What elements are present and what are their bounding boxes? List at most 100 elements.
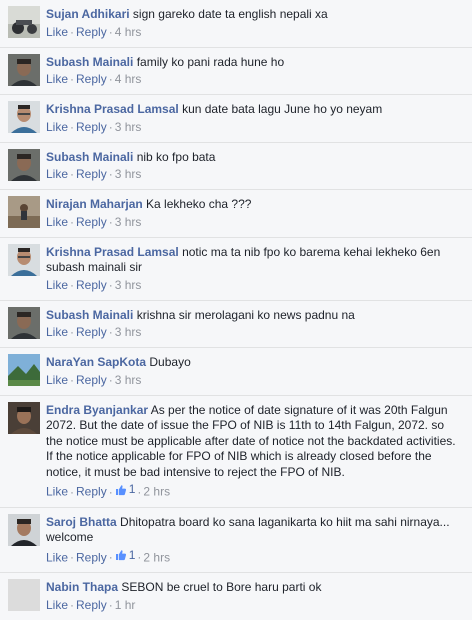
separator: ·: [70, 325, 75, 339]
comment-actions: Like · Reply · 4 hrs: [46, 25, 462, 47]
comment-author[interactable]: Subash Mainali: [46, 55, 133, 69]
reply-button[interactable]: Reply: [76, 25, 107, 39]
thumbs-up-icon: [115, 550, 126, 561]
comment-text: nib ko fpo bata: [136, 149, 216, 164]
comment-author[interactable]: Subash Mainali: [46, 150, 133, 164]
avatar-subash[interactable]: [8, 53, 40, 86]
reply-button[interactable]: Reply: [76, 215, 107, 229]
comment: Krishna Prasad Lamsal kun date bata lagu…: [0, 94, 472, 142]
like-button[interactable]: Like: [46, 485, 68, 499]
comment-body: Saroj Bhatta Dhitopatra board ko sana la…: [46, 514, 462, 546]
avatar-nirajan[interactable]: [8, 196, 40, 228]
comment-body: Krishna Prasad Lamsal notic ma ta nib fp…: [46, 244, 462, 276]
separator: ·: [108, 167, 113, 181]
comment-actions: Like · Reply · 3 hrs: [46, 373, 462, 395]
separator: ·: [70, 119, 75, 134]
separator: ·: [70, 24, 75, 39]
separator: ·: [70, 597, 75, 612]
comment-text: krishna sir merolagani ko news padnu na: [136, 307, 355, 322]
comment-timestamp[interactable]: 3 hrs: [115, 278, 142, 292]
comment-body: Krishna Prasad Lamsal kun date bata lagu…: [46, 101, 462, 118]
reply-button[interactable]: Reply: [76, 325, 107, 339]
avatar-subash[interactable]: [8, 148, 40, 181]
reply-button[interactable]: Reply: [76, 72, 107, 86]
separator: ·: [108, 550, 113, 564]
like-button[interactable]: Like: [46, 25, 68, 39]
like-button[interactable]: Like: [46, 278, 68, 292]
comment-author[interactable]: NaraYan SapKota: [46, 355, 146, 369]
like-button[interactable]: Like: [46, 325, 68, 339]
like-button[interactable]: Like: [46, 167, 68, 181]
comment-timestamp[interactable]: 3 hrs: [115, 325, 142, 339]
comment-timestamp[interactable]: 1 hr: [115, 598, 136, 612]
reply-button[interactable]: Reply: [76, 550, 107, 564]
like-count[interactable]: 1: [115, 548, 135, 563]
comment: Endra Byanjankar As per the notice of da…: [0, 394, 472, 507]
comment-author[interactable]: Nabin Thapa: [46, 580, 118, 594]
comment-timestamp[interactable]: 3 hrs: [115, 120, 142, 134]
avatar-sujan[interactable]: [8, 6, 40, 38]
comment-body: Subash Mainali family ko pani rada hune …: [46, 54, 462, 71]
separator: ·: [108, 214, 113, 229]
like-button[interactable]: Like: [46, 550, 68, 564]
comment: Subash Mainali family ko pani rada hune …: [0, 46, 472, 95]
separator: ·: [70, 372, 75, 387]
comment-timestamp[interactable]: 4 hrs: [115, 72, 142, 86]
comment-text: Ka lekheko cha ???: [146, 197, 252, 211]
comment-actions: Like · Reply · 3 hrs: [46, 120, 462, 142]
avatar-saroj[interactable]: [8, 513, 40, 546]
reply-button[interactable]: Reply: [76, 167, 107, 181]
comment: NaraYan SapKota Dubayo Like · Reply · 3 hrs: [0, 347, 472, 395]
separator: ·: [108, 597, 113, 612]
comment-body: Nirajan Maharjan Ka lekheko cha ???: [46, 196, 462, 213]
comment-body: Endra Byanjankar As per the notice of da…: [46, 402, 462, 481]
comment: Krishna Prasad Lamsal notic ma ta nib fp…: [0, 236, 472, 300]
separator: ·: [108, 372, 113, 387]
avatar-nabin[interactable]: [8, 579, 40, 611]
comment-body: Sujan Adhikari sign gareko date ta engli…: [46, 6, 462, 23]
reply-button[interactable]: Reply: [76, 485, 107, 499]
avatar-krishna[interactable]: [8, 101, 40, 133]
comment-text: sign gareko date ta english nepali xa: [132, 7, 328, 21]
comment-timestamp[interactable]: 3 hrs: [115, 373, 142, 387]
comment-actions: Like · Reply · 3 hrs: [46, 167, 462, 189]
like-button[interactable]: Like: [46, 373, 68, 387]
comment-actions: Like · Reply · 4 hrs: [46, 72, 462, 94]
like-button[interactable]: Like: [46, 120, 68, 134]
separator: ·: [70, 167, 75, 181]
like-count[interactable]: 1: [115, 482, 135, 497]
comment-author[interactable]: Nirajan Maharjan: [46, 197, 143, 211]
comment-timestamp[interactable]: 4 hrs: [115, 25, 142, 39]
comment: Nirajan Maharjan Ka lekheko cha ??? Like…: [0, 189, 472, 237]
reply-button[interactable]: Reply: [76, 278, 107, 292]
avatar-krishna[interactable]: [8, 243, 40, 276]
comment-timestamp[interactable]: 2 hrs: [143, 550, 170, 564]
comment-author[interactable]: Saroj Bhatta: [46, 515, 117, 529]
comment-body: NaraYan SapKota Dubayo: [46, 354, 462, 371]
comment-author[interactable]: Subash Mainali: [46, 308, 133, 322]
reply-button[interactable]: Reply: [76, 120, 107, 134]
comment-actions: Like · Reply · 1 · 2 hrs: [46, 548, 462, 573]
comment-author[interactable]: Krishna Prasad Lamsal: [46, 245, 179, 259]
comment-actions: Like · Reply · 1 · 2 hrs: [46, 482, 462, 507]
comment-author[interactable]: Sujan Adhikari: [46, 7, 130, 21]
like-button[interactable]: Like: [46, 215, 68, 229]
comment-author[interactable]: Krishna Prasad Lamsal: [46, 102, 179, 116]
comment: Saroj Bhatta Dhitopatra board ko sana la…: [0, 506, 472, 573]
avatar-subash[interactable]: [8, 306, 40, 339]
comment-timestamp[interactable]: 2 hrs: [143, 485, 170, 499]
comment-timestamp[interactable]: 3 hrs: [115, 167, 142, 181]
like-button[interactable]: Like: [46, 598, 68, 612]
avatar-endra[interactable]: [8, 401, 40, 434]
reply-button[interactable]: Reply: [76, 598, 107, 612]
comment-actions: Like · Reply · 3 hrs: [46, 278, 462, 300]
comment: Nabin Thapa SEBON be cruel to Bore haru …: [0, 572, 472, 620]
like-button[interactable]: Like: [46, 72, 68, 86]
avatar-narayan[interactable]: [8, 354, 40, 386]
comment-author[interactable]: Endra Byanjankar: [46, 403, 148, 417]
separator: ·: [108, 484, 113, 499]
comment-body: Nabin Thapa SEBON be cruel to Bore haru …: [46, 579, 462, 596]
reply-button[interactable]: Reply: [76, 373, 107, 387]
comment-timestamp[interactable]: 3 hrs: [115, 215, 142, 229]
comment-actions: Like · Reply · 3 hrs: [46, 215, 462, 237]
